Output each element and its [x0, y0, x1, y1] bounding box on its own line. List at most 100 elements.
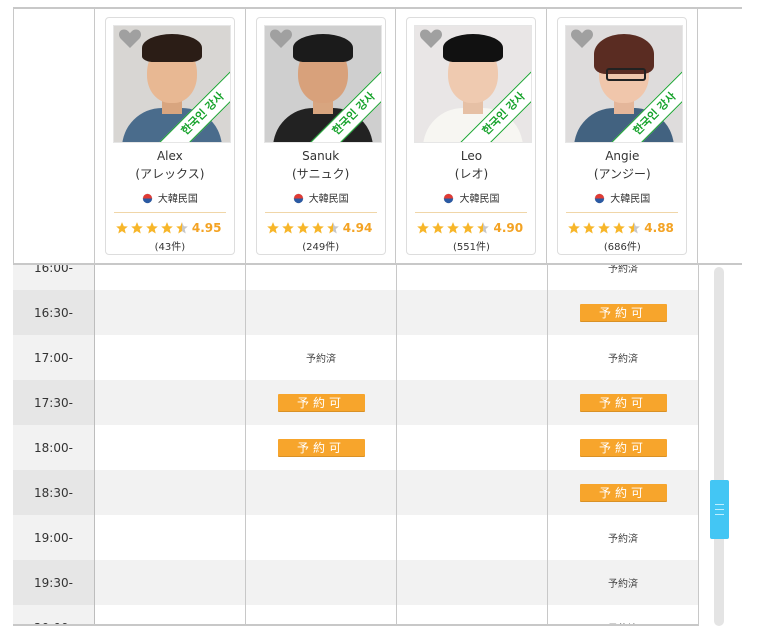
teacher-column-3: 한국인 강사 Angie (アンジー) 大韓民国 4.88 (686件) [547, 9, 699, 263]
teacher-kana-name: (サニュク) [292, 167, 350, 181]
vertical-scrollbar-thumb[interactable] [710, 480, 729, 539]
teacher-name[interactable]: Sanuk [257, 149, 385, 163]
reserved-status: 予約済 [608, 534, 638, 545]
schedule-cell [246, 560, 397, 605]
teacher-header: 한국인 강사 Alex (アレックス) 大韓民国 4.95 (43件) 한국인 … [13, 7, 742, 265]
korea-flag-icon [594, 193, 605, 204]
schedule-cell [397, 560, 548, 605]
schedule-cell: 予約可 [246, 380, 397, 425]
korea-flag-icon [444, 193, 454, 204]
reserve-button[interactable]: 予約可 [277, 393, 365, 412]
schedule-cell: 予約可 [246, 425, 397, 470]
rating-value: 4.90 [493, 221, 524, 235]
teacher-country-label: 大韓民国 [610, 194, 651, 205]
schedule-row: 18:30- 予約可 [13, 470, 699, 515]
teacher-country: 大韓民国 [106, 190, 234, 205]
schedule-cell: 予約可 [548, 425, 699, 470]
reserve-button[interactable]: 予約可 [579, 438, 667, 457]
reserve-button[interactable]: 予約可 [579, 483, 667, 502]
star-icon [161, 222, 173, 234]
reserve-button[interactable]: 予約可 [277, 438, 365, 457]
schedule-cell [246, 470, 397, 515]
schedule-cell [95, 515, 246, 560]
card-divider [264, 212, 377, 213]
schedule-row: 16:00- 予約済 [13, 265, 699, 290]
schedule-cell [397, 380, 548, 425]
star-icon [613, 222, 626, 234]
star-icon [583, 222, 596, 234]
schedule-cell [95, 335, 246, 380]
teacher-country-label: 大韓民国 [459, 194, 500, 205]
schedule-cell [397, 335, 548, 380]
half-star-icon [176, 222, 188, 234]
favorite-heart-icon[interactable] [570, 27, 594, 49]
time-slot-label: 20:00- [13, 605, 95, 624]
card-divider [566, 212, 679, 213]
schedule-cell [95, 290, 246, 335]
star-icon [266, 222, 279, 234]
star-icon [131, 222, 143, 234]
schedule-cell [397, 605, 548, 624]
star-icon [568, 222, 581, 234]
review-count: (43件) [154, 242, 186, 253]
teacher-kana-name: (アンジー) [593, 167, 651, 181]
time-slot-label: 19:00- [13, 515, 95, 560]
schedule-grid: 16:00- 予約済 16:30- 予約可 17:00- 予約済 予約済 17:30- 予約可予… [13, 265, 699, 626]
review-count: (249件) [302, 242, 340, 253]
schedule-cell: 予約済 [246, 335, 397, 380]
korea-flag-icon [142, 193, 153, 204]
reserved-status: 予約済 [608, 354, 638, 365]
schedule-cell [95, 425, 246, 470]
teacher-card[interactable]: 한국인 강사 Leo (レオ) 大韓民国 4.90 (551件) [406, 17, 537, 255]
star-icon [311, 222, 324, 234]
favorite-heart-icon[interactable] [419, 27, 443, 49]
favorite-heart-icon[interactable] [269, 27, 293, 49]
teacher-card[interactable]: 한국인 강사 Alex (アレックス) 大韓民国 4.95 (43件) [104, 17, 235, 255]
star-icon [462, 222, 475, 234]
review-count: (686件) [603, 242, 641, 253]
schedule-rows: 16:00- 予約済 16:30- 予約可 17:00- 予約済 予約済 17:30- 予約可予… [13, 265, 699, 624]
reserved-status: 予約済 [608, 620, 638, 624]
scrollbar-header-gap [698, 9, 742, 263]
reserve-button[interactable]: 予約可 [579, 303, 667, 322]
teacher-name[interactable]: Alex [106, 149, 234, 163]
favorite-heart-icon[interactable] [118, 27, 142, 49]
schedule-cell [397, 290, 548, 335]
star-icon [116, 222, 128, 234]
teacher-kana-name: (レオ) [454, 167, 489, 181]
schedule-row: 17:00- 予約済 予約済 [13, 335, 699, 380]
schedule-cell [246, 605, 397, 624]
schedule-row: 20:00- 予約済 [13, 605, 699, 624]
schedule-cell [95, 265, 246, 290]
rating-stars: 4.90 [416, 220, 528, 236]
schedule-cell: 予約済 [548, 265, 699, 290]
star-icon [417, 222, 430, 234]
teacher-card[interactable]: 한국인 강사 Sanuk (サニュク) 大韓民国 4.94 (249件) [255, 17, 386, 255]
schedule-cell [397, 515, 548, 560]
teacher-country: 大韓民国 [407, 190, 535, 205]
reserved-status: 予約済 [608, 579, 638, 590]
schedule-cell [397, 470, 548, 515]
schedule-cell [95, 560, 246, 605]
rating-stars: 4.95 [115, 220, 227, 236]
teacher-kana-name: (アレックス) [135, 167, 205, 181]
teacher-card[interactable]: 한국인 강사 Angie (アンジー) 大韓民国 4.88 (686件) [557, 17, 688, 255]
vertical-scrollbar-track[interactable] [714, 267, 724, 626]
schedule-cell: 予約済 [548, 515, 699, 560]
time-slot-label: 17:00- [13, 335, 95, 380]
rating-value: 4.95 [191, 221, 222, 235]
reserve-button[interactable]: 予約可 [579, 393, 667, 412]
teacher-name[interactable]: Angie [558, 149, 686, 163]
half-star-icon [326, 222, 339, 234]
half-star-icon [477, 222, 490, 234]
time-slot-label: 16:00- [13, 265, 95, 290]
time-column-header [13, 9, 95, 263]
rating-stars: 4.88 [567, 220, 679, 236]
half-star-icon [628, 222, 641, 234]
teacher-name[interactable]: Leo [407, 149, 535, 163]
schedule-cell [246, 265, 397, 290]
time-slot-label: 19:30- [13, 560, 95, 605]
star-icon [432, 222, 445, 234]
star-icon [146, 222, 158, 234]
schedule-cell [95, 380, 246, 425]
